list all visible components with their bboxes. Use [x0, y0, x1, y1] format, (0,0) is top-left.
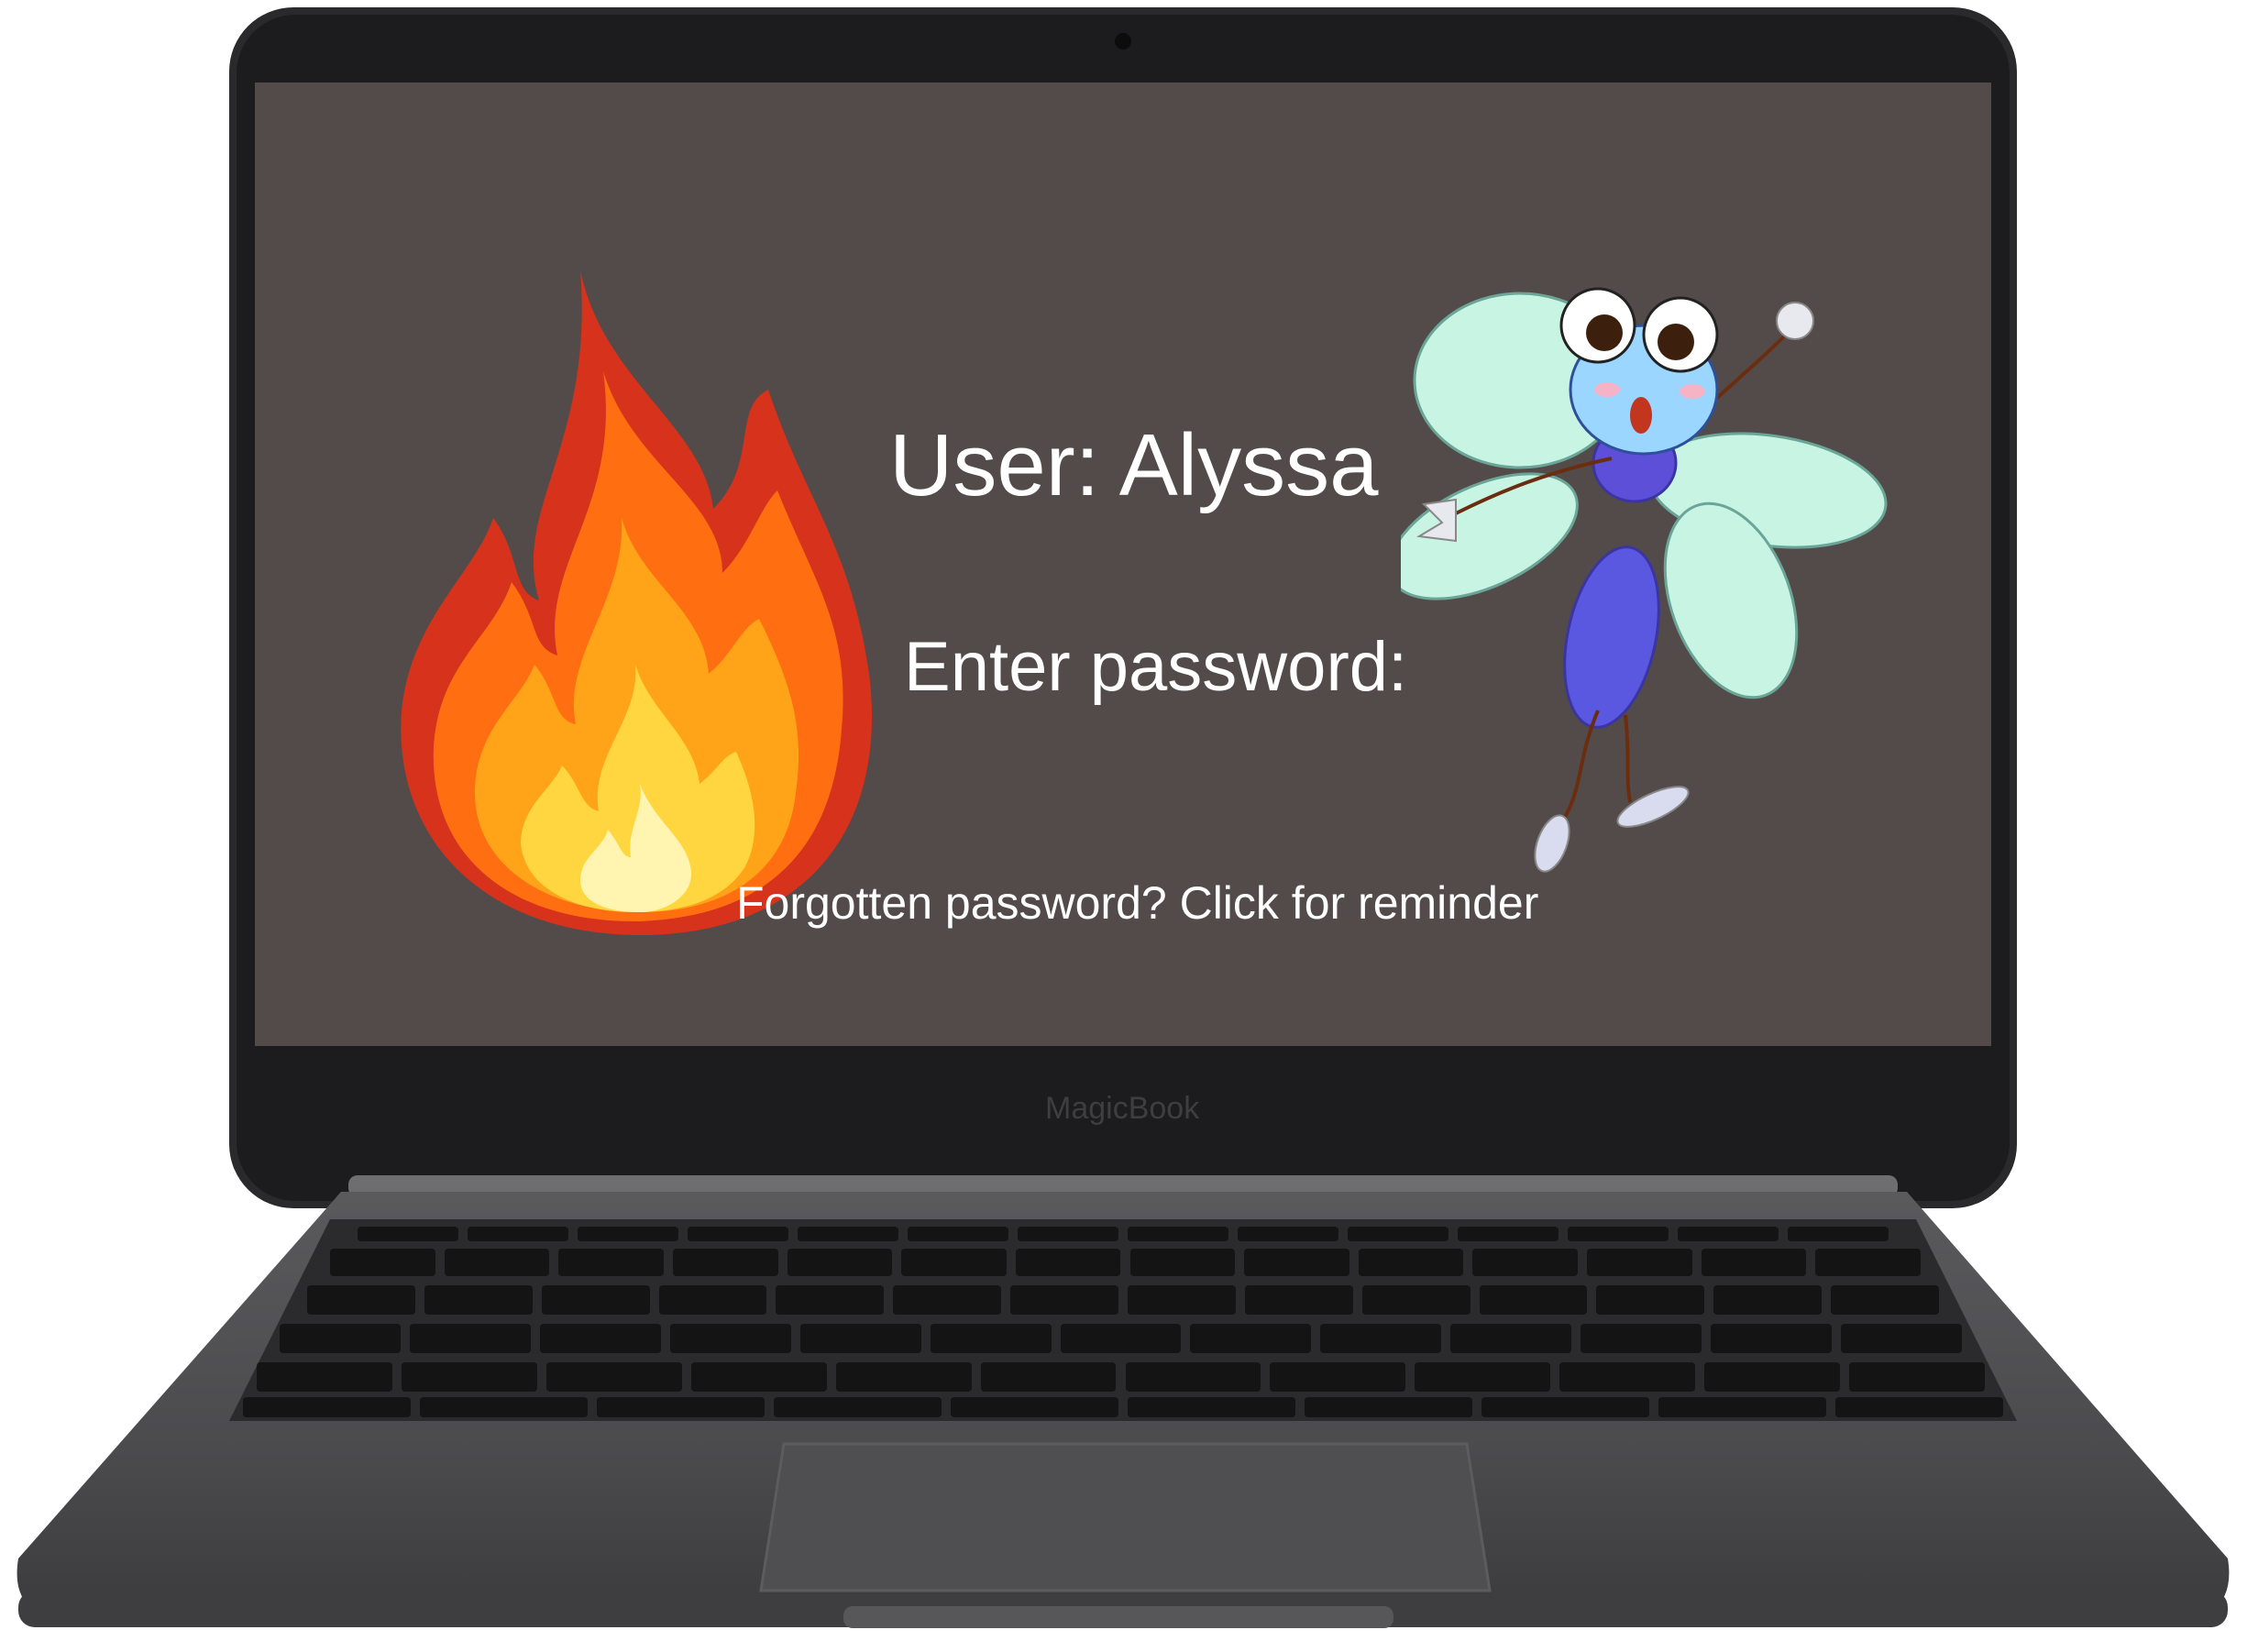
keyboard-key	[1238, 1227, 1338, 1241]
keyboard-key	[1479, 1285, 1588, 1315]
keyboard-key	[1244, 1285, 1353, 1315]
keyboard-key	[1458, 1227, 1559, 1241]
keyboard-key	[597, 1397, 765, 1417]
keyboard-key	[672, 1249, 778, 1276]
keyboard-key	[1835, 1397, 2003, 1417]
keyboard-key	[307, 1285, 415, 1315]
keyboard-key	[1129, 1249, 1236, 1276]
password-label: Enter password:	[904, 628, 1408, 706]
keyboard-key	[951, 1397, 1118, 1417]
keyboard-key	[787, 1249, 893, 1276]
keyboard-key	[798, 1227, 898, 1241]
keyboard-key	[1270, 1362, 1406, 1392]
keyboard-key	[1018, 1227, 1118, 1241]
keyboard-key	[1190, 1324, 1312, 1353]
keyboard-key	[901, 1249, 1007, 1276]
keyboard-key	[1348, 1227, 1448, 1241]
keyboard-key	[980, 1362, 1117, 1392]
keyboard-key	[1658, 1397, 1826, 1417]
keyboard-key	[1244, 1249, 1349, 1276]
keyboard-key	[420, 1397, 588, 1417]
keyboard-key	[280, 1324, 401, 1353]
keyboard-key	[1128, 1227, 1228, 1241]
keyboard-key	[1060, 1324, 1182, 1353]
keyboard-key	[401, 1362, 537, 1392]
keyboard-key	[930, 1324, 1052, 1353]
keyboard-key	[257, 1362, 392, 1392]
password-input[interactable]	[904, 743, 1659, 809]
keyboard-key	[1125, 1362, 1261, 1392]
fire-icon	[401, 270, 873, 936]
keyboard-key	[541, 1285, 650, 1315]
keyboard-key	[1415, 1362, 1551, 1392]
keyboard-key	[688, 1227, 788, 1241]
keyboard-key	[1849, 1362, 1985, 1392]
brand-logo: MagicBook	[1045, 1091, 1200, 1126]
keyboard-key	[424, 1285, 533, 1315]
keyboard-key	[1678, 1227, 1779, 1241]
keyboard-key	[1015, 1249, 1121, 1276]
login-screen: User: Alyssa Enter password: Forgotten p…	[255, 83, 1991, 1046]
keyboard-key	[1481, 1397, 1649, 1417]
keyboard-key	[1450, 1324, 1572, 1353]
keyboard-key	[1361, 1285, 1470, 1315]
keyboard-key	[893, 1285, 1002, 1315]
keyboard-key	[1568, 1227, 1669, 1241]
keyboard-key	[658, 1285, 767, 1315]
keyboard-key	[1704, 1362, 1841, 1392]
keyboard-key	[358, 1227, 458, 1241]
keyboard-key	[1358, 1249, 1464, 1276]
keyboard-key	[1788, 1227, 1889, 1241]
keyboard-key	[578, 1227, 678, 1241]
keyboard-key	[1587, 1249, 1692, 1276]
keyboard-key	[835, 1362, 972, 1392]
keyboard-key	[545, 1362, 682, 1392]
password-reminder-link[interactable]: Forgotten password? Click for reminder	[736, 880, 1538, 926]
keyboard-key	[1559, 1362, 1696, 1392]
keyboard-key	[1010, 1285, 1118, 1315]
keyboard-key	[409, 1324, 531, 1353]
keyboard-key	[1320, 1324, 1442, 1353]
keyboard-key	[690, 1362, 827, 1392]
keyboard-key	[1596, 1285, 1705, 1315]
keyboard-key	[330, 1249, 435, 1276]
keyboard-key	[1128, 1397, 1295, 1417]
keyboard-key	[1815, 1249, 1921, 1276]
keyboard-key	[539, 1324, 661, 1353]
keyboard-key	[1472, 1249, 1579, 1276]
user-name-label: User: Alyssa	[889, 416, 1379, 514]
keyboard-key	[774, 1397, 942, 1417]
keyboard-key	[444, 1249, 550, 1276]
keyboard-key	[1128, 1285, 1236, 1315]
keyboard-key	[1701, 1249, 1807, 1276]
keyboard-key	[1305, 1397, 1472, 1417]
keyboard-key	[1831, 1285, 1939, 1315]
keyboard-key	[1581, 1324, 1702, 1353]
keyboard-key	[558, 1249, 664, 1276]
keyboard-key	[799, 1324, 921, 1353]
keyboard-key	[1713, 1285, 1823, 1315]
keyboard-key	[468, 1227, 568, 1241]
keyboard-key	[776, 1285, 885, 1315]
keyboard-key	[1711, 1324, 1833, 1353]
keyboard-key	[908, 1227, 1008, 1241]
keyboard-key	[1841, 1324, 1962, 1353]
keyboard-key	[243, 1397, 411, 1417]
keyboard-key	[669, 1324, 791, 1353]
